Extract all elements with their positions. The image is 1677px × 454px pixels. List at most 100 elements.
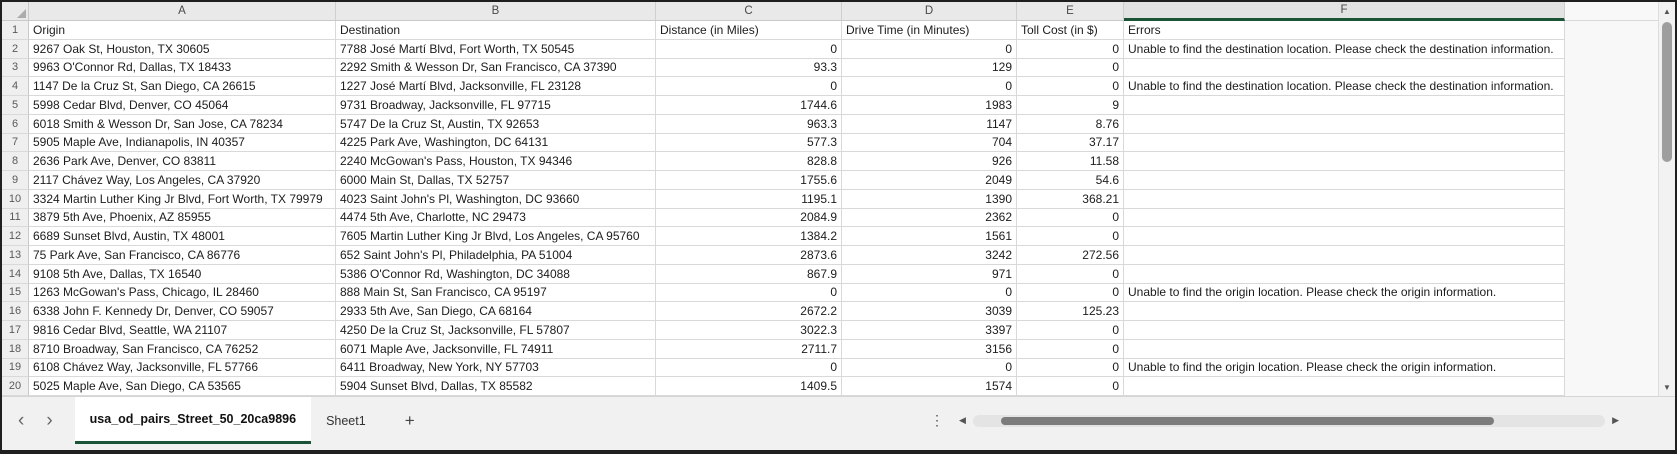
cell-drive-time[interactable]: 1574 [842,377,1017,396]
cell-origin[interactable]: 5025 Maple Ave, San Diego, CA 53565 [29,377,336,396]
cell-errors[interactable] [1124,152,1565,171]
vertical-scrollbar-track[interactable] [1659,20,1675,378]
cell-origin[interactable]: 9963 O'Connor Rd, Dallas, TX 18433 [29,59,336,78]
cell-errors[interactable] [1124,115,1565,134]
add-sheet-button[interactable]: + [395,397,425,444]
select-all-button[interactable] [2,2,29,21]
row-number[interactable]: 9 [2,171,29,190]
cell-errors[interactable] [1124,246,1565,265]
cell-origin[interactable]: 8710 Broadway, San Francisco, CA 76252 [29,340,336,359]
row-number[interactable]: 6 [2,115,29,134]
horizontal-scrollbar-track[interactable] [973,415,1605,427]
cell-distance[interactable]: 93.3 [656,59,842,78]
tab-sheet1[interactable]: Sheet1 [311,397,381,444]
cell-toll-cost[interactable]: 272.56 [1017,246,1124,265]
cell-origin[interactable]: Origin [29,21,336,40]
horizontal-scrollbar[interactable]: ◀ ▶ [959,397,1619,444]
cell-origin[interactable]: 1147 De la Cruz St, San Diego, CA 26615 [29,77,336,96]
cell-origin[interactable]: 2117 Chávez Way, Los Angeles, CA 37920 [29,171,336,190]
cell-destination[interactable]: 5747 De la Cruz St, Austin, TX 92653 [336,115,656,134]
cell-destination[interactable]: 4250 De la Cruz St, Jacksonville, FL 578… [336,321,656,340]
column-header-b[interactable]: B [336,2,656,21]
cell-distance[interactable]: 963.3 [656,115,842,134]
cell-drive-time[interactable]: 704 [842,134,1017,153]
row-number[interactable]: 16 [2,302,29,321]
row-number[interactable]: 17 [2,321,29,340]
cell-drive-time[interactable]: 3156 [842,340,1017,359]
column-header-e[interactable]: E [1017,2,1124,21]
cell-errors[interactable] [1124,209,1565,228]
cell-destination[interactable]: 9731 Broadway, Jacksonville, FL 97715 [336,96,656,115]
cell-toll-cost[interactable]: 0 [1017,227,1124,246]
cell-distance[interactable]: 0 [656,284,842,303]
cell-errors[interactable] [1124,340,1565,359]
cell-drive-time[interactable]: 926 [842,152,1017,171]
row-number[interactable]: 20 [2,377,29,396]
cell-distance[interactable]: 3022.3 [656,321,842,340]
cell-origin[interactable]: 5905 Maple Ave, Indianapolis, IN 40357 [29,134,336,153]
row-number[interactable]: 5 [2,96,29,115]
cell-destination[interactable]: 652 Saint John's Pl, Philadelphia, PA 51… [336,246,656,265]
next-sheet-button[interactable]: › [46,411,52,430]
cell-errors[interactable] [1124,227,1565,246]
column-header-f[interactable]: F [1124,2,1565,21]
cell-toll-cost[interactable]: 54.6 [1017,171,1124,190]
row-number[interactable]: 14 [2,265,29,284]
cell-distance[interactable]: 1755.6 [656,171,842,190]
cell-destination[interactable]: 2933 5th Ave, San Diego, CA 68164 [336,302,656,321]
cell-distance[interactable]: 1409.5 [656,377,842,396]
row-number[interactable]: 2 [2,40,29,59]
vertical-scrollbar[interactable]: ▲ ▼ [1658,2,1675,396]
cell-origin[interactable]: 6689 Sunset Blvd, Austin, TX 48001 [29,227,336,246]
cell-drive-time[interactable]: 0 [842,40,1017,59]
cell-distance[interactable]: 2873.6 [656,246,842,265]
cell-errors[interactable]: Unable to find the destination location.… [1124,77,1565,96]
cell-toll-cost[interactable]: 11.58 [1017,152,1124,171]
row-number[interactable]: 4 [2,77,29,96]
cell-destination[interactable]: 7605 Martin Luther King Jr Blvd, Los Ang… [336,227,656,246]
cell-toll-cost[interactable]: 0 [1017,59,1124,78]
cell-destination[interactable]: 7788 José Martí Blvd, Fort Worth, TX 505… [336,40,656,59]
cell-drive-time[interactable]: Drive Time (in Minutes) [842,21,1017,40]
cell-toll-cost[interactable]: 8.76 [1017,115,1124,134]
cell-destination[interactable]: 5386 O'Connor Rd, Washington, DC 34088 [336,265,656,284]
cell-toll-cost[interactable]: 0 [1017,340,1124,359]
cell-distance[interactable]: 1384.2 [656,227,842,246]
cell-destination[interactable]: 1227 José Martí Blvd, Jacksonville, FL 2… [336,77,656,96]
row-number[interactable]: 13 [2,246,29,265]
cell-errors[interactable] [1124,134,1565,153]
cell-errors[interactable] [1124,190,1565,209]
cell-toll-cost[interactable]: 37.17 [1017,134,1124,153]
cell-distance[interactable]: 2084.9 [656,209,842,228]
cell-destination[interactable]: 888 Main St, San Francisco, CA 95197 [336,284,656,303]
cell-origin[interactable]: 9816 Cedar Blvd, Seattle, WA 21107 [29,321,336,340]
cell-errors[interactable] [1124,96,1565,115]
cell-origin[interactable]: 6018 Smith & Wesson Dr, San Jose, CA 782… [29,115,336,134]
horizontal-scrollbar-thumb[interactable] [1001,417,1494,425]
cell-drive-time[interactable]: 3397 [842,321,1017,340]
cell-destination[interactable]: 5904 Sunset Blvd, Dallas, TX 85582 [336,377,656,396]
cell-toll-cost[interactable]: 0 [1017,359,1124,378]
cell-distance[interactable]: 828.8 [656,152,842,171]
cell-errors[interactable]: Errors [1124,21,1565,40]
prev-sheet-button[interactable]: ‹ [18,411,24,430]
cell-toll-cost[interactable]: 0 [1017,77,1124,96]
sheet-options-menu-button[interactable]: ⋮ [916,397,959,444]
cell-drive-time[interactable]: 0 [842,284,1017,303]
cell-destination[interactable]: 4474 5th Ave, Charlotte, NC 29473 [336,209,656,228]
cell-toll-cost[interactable]: 0 [1017,377,1124,396]
cell-distance[interactable]: 2672.2 [656,302,842,321]
scroll-left-icon[interactable]: ◀ [959,415,966,426]
cell-drive-time[interactable]: 0 [842,77,1017,96]
cell-drive-time[interactable]: 129 [842,59,1017,78]
cell-origin[interactable]: 5998 Cedar Blvd, Denver, CO 45064 [29,96,336,115]
row-number[interactable]: 7 [2,134,29,153]
cell-distance[interactable]: 867.9 [656,265,842,284]
cell-distance[interactable]: Distance (in Miles) [656,21,842,40]
cell-distance[interactable]: 0 [656,40,842,59]
column-header-d[interactable]: D [842,2,1017,21]
cell-distance[interactable]: 0 [656,77,842,96]
column-header-c[interactable]: C [656,2,842,21]
cell-distance[interactable]: 577.3 [656,134,842,153]
cell-errors[interactable]: Unable to find the destination location.… [1124,40,1565,59]
